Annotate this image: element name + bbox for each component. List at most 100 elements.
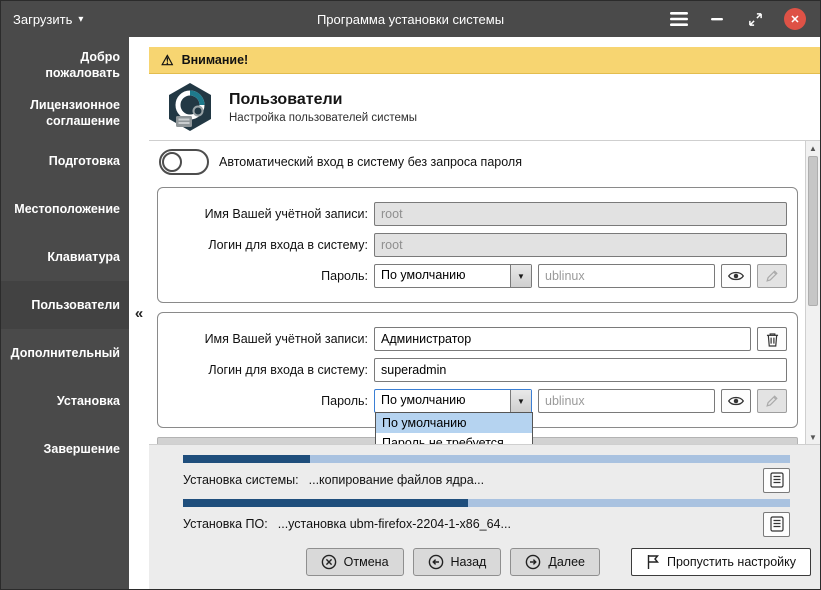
dropdown-option-default[interactable]: По умолчанию bbox=[376, 413, 532, 433]
sidebar-item-location[interactable]: Местоположение bbox=[1, 185, 129, 233]
password-label: Пароль: bbox=[168, 269, 368, 283]
account-name-field[interactable] bbox=[374, 327, 751, 351]
cancel-icon bbox=[321, 554, 337, 570]
footer-buttons: Отмена Назад Далее Пропустить настройку bbox=[183, 548, 811, 576]
hamburger-menu-icon[interactable] bbox=[670, 10, 688, 28]
window-controls: ✕ bbox=[670, 8, 806, 30]
ublinux-logo bbox=[163, 80, 217, 134]
warning-banner: ⚠ Внимание! bbox=[149, 47, 820, 74]
sidebar-item-users[interactable]: Пользователи bbox=[1, 281, 129, 329]
sidebar-item-preparation[interactable]: Подготовка bbox=[1, 137, 129, 185]
password-field[interactable] bbox=[538, 264, 715, 288]
sidebar-item-completion[interactable]: Завершение bbox=[1, 425, 129, 473]
password-field[interactable] bbox=[538, 389, 715, 413]
form-row: Логин для входа в систему: bbox=[168, 233, 787, 257]
system-log-button[interactable] bbox=[763, 468, 790, 493]
scrollbar-thumb[interactable] bbox=[808, 156, 818, 306]
minimize-icon[interactable] bbox=[708, 10, 726, 28]
password-mode-value: По умолчанию bbox=[375, 265, 510, 287]
back-arrow-icon bbox=[428, 554, 444, 570]
sidebar-item-keyboard[interactable]: Клавиатура bbox=[1, 233, 129, 281]
account-name-label: Имя Вашей учётной записи: bbox=[168, 207, 368, 221]
form-row: Пароль: По умолчанию ▼ bbox=[168, 264, 787, 288]
autologin-toggle[interactable] bbox=[159, 149, 209, 175]
software-log-button[interactable] bbox=[763, 512, 790, 537]
autologin-label: Автоматический вход в систему без запрос… bbox=[219, 155, 522, 169]
sidebar: Добро пожаловать Лицензионное соглашение… bbox=[1, 37, 129, 589]
window-title: Программа установки системы bbox=[317, 12, 504, 27]
skip-setup-label: Пропустить настройку bbox=[667, 555, 796, 569]
next-button[interactable]: Далее bbox=[510, 548, 600, 576]
account-login-field bbox=[374, 233, 787, 257]
back-button[interactable]: Назад bbox=[413, 548, 502, 576]
autologin-row: Автоматический вход в систему без запрос… bbox=[157, 145, 798, 183]
software-progress-fill bbox=[183, 499, 468, 507]
toggle-knob bbox=[162, 152, 182, 172]
scroll-up-icon[interactable]: ▲ bbox=[806, 141, 820, 155]
page-title: Пользователи bbox=[229, 91, 417, 109]
software-progress-block: Установка ПО: ...установка ubm-firefox-2… bbox=[183, 499, 790, 537]
edit-password-button bbox=[757, 264, 787, 288]
password-mode-select[interactable]: По умолчанию ▼ bbox=[374, 264, 532, 288]
system-progress-block: Установка системы: ...копирование файлов… bbox=[183, 455, 790, 493]
flag-icon bbox=[646, 554, 660, 570]
sidebar-item-welcome[interactable]: Добро пожаловать bbox=[1, 41, 129, 89]
software-progress-label: Установка ПО: bbox=[183, 517, 268, 531]
page-header: Пользователи Настройка пользователей сис… bbox=[149, 74, 820, 141]
back-label: Назад bbox=[451, 555, 487, 569]
sidebar-collapse-strip: « bbox=[129, 37, 149, 589]
maximize-icon[interactable] bbox=[746, 10, 764, 28]
dropdown-option-no-password[interactable]: Пароль не требуется bbox=[376, 433, 532, 444]
close-glyph: ✕ bbox=[790, 13, 799, 26]
software-progress-row: Установка ПО: ...установка ubm-firefox-2… bbox=[183, 511, 790, 537]
bottom-panel: Установка системы: ...копирование файлов… bbox=[149, 444, 820, 589]
sidebar-item-additional[interactable]: Дополнительный bbox=[1, 329, 129, 377]
password-label: Пароль: bbox=[168, 394, 368, 408]
show-password-button[interactable] bbox=[721, 264, 751, 288]
software-progress-status: ...установка ubm-firefox-2204-1-x86_64..… bbox=[278, 517, 511, 531]
combo-arrow-icon[interactable]: ▼ bbox=[510, 390, 531, 412]
scroll-down-icon[interactable]: ▼ bbox=[806, 430, 820, 444]
warning-icon: ⚠ bbox=[161, 53, 174, 67]
system-progress-label: Установка системы: bbox=[183, 473, 299, 487]
show-password-button[interactable] bbox=[721, 389, 751, 413]
system-progress-row: Установка системы: ...копирование файлов… bbox=[183, 467, 790, 493]
main-content: ⚠ Внимание! Пользователи Настройка польз… bbox=[149, 37, 820, 589]
account-login-label: Логин для входа в систему: bbox=[168, 238, 368, 252]
sidebar-collapse-button[interactable]: « bbox=[135, 305, 143, 322]
password-mode-dropdown: По умолчанию Пароль не требуется Задать … bbox=[375, 412, 533, 444]
account-login-field[interactable] bbox=[374, 358, 787, 382]
delete-user-button[interactable] bbox=[757, 327, 787, 351]
sidebar-item-license[interactable]: Лицензионное соглашение bbox=[1, 89, 129, 137]
account-group-admin: Имя Вашей учётной записи: Логин для вход… bbox=[157, 312, 798, 428]
next-arrow-icon bbox=[525, 554, 541, 570]
sidebar-item-installation[interactable]: Установка bbox=[1, 377, 129, 425]
form-row: Логин для входа в систему: bbox=[168, 358, 787, 382]
titlebar: Загрузить ▾ Программа установки системы … bbox=[1, 1, 820, 37]
form-row: Имя Вашей учётной записи: bbox=[168, 327, 787, 351]
close-icon[interactable]: ✕ bbox=[784, 8, 806, 30]
account-group-root: Имя Вашей учётной записи: Логин для вход… bbox=[157, 187, 798, 303]
system-progress-status: ...копирование файлов ядра... bbox=[309, 473, 485, 487]
page-subtitle: Настройка пользователей системы bbox=[229, 112, 417, 124]
account-name-label: Имя Вашей учётной записи: bbox=[168, 332, 368, 346]
vertical-scrollbar[interactable]: ▲ ▼ bbox=[805, 141, 820, 444]
chevron-down-icon: ▾ bbox=[78, 14, 83, 25]
system-progress-fill bbox=[183, 455, 310, 463]
load-menu-label: Загрузить bbox=[13, 12, 72, 27]
skip-setup-button[interactable]: Пропустить настройку bbox=[631, 548, 811, 576]
users-scroll-area: Автоматический вход в систему без запрос… bbox=[149, 141, 820, 444]
account-login-label: Логин для входа в систему: bbox=[168, 363, 368, 377]
form-row: Пароль: По умолчанию ▼ По умолчанию Паро… bbox=[168, 389, 787, 413]
software-progress-bar bbox=[183, 499, 790, 507]
cancel-button[interactable]: Отмена bbox=[306, 548, 404, 576]
combo-arrow-icon[interactable]: ▼ bbox=[510, 265, 531, 287]
page-header-text: Пользователи Настройка пользователей сис… bbox=[229, 91, 417, 124]
edit-password-button bbox=[757, 389, 787, 413]
warning-text: Внимание! bbox=[182, 53, 249, 67]
account-name-field bbox=[374, 202, 787, 226]
installer-window: Загрузить ▾ Программа установки системы … bbox=[0, 0, 821, 590]
load-menu-button[interactable]: Загрузить ▾ bbox=[13, 12, 83, 27]
password-mode-select-open[interactable]: По умолчанию ▼ По умолчанию Пароль не тр… bbox=[374, 389, 532, 413]
next-label: Далее bbox=[548, 555, 585, 569]
